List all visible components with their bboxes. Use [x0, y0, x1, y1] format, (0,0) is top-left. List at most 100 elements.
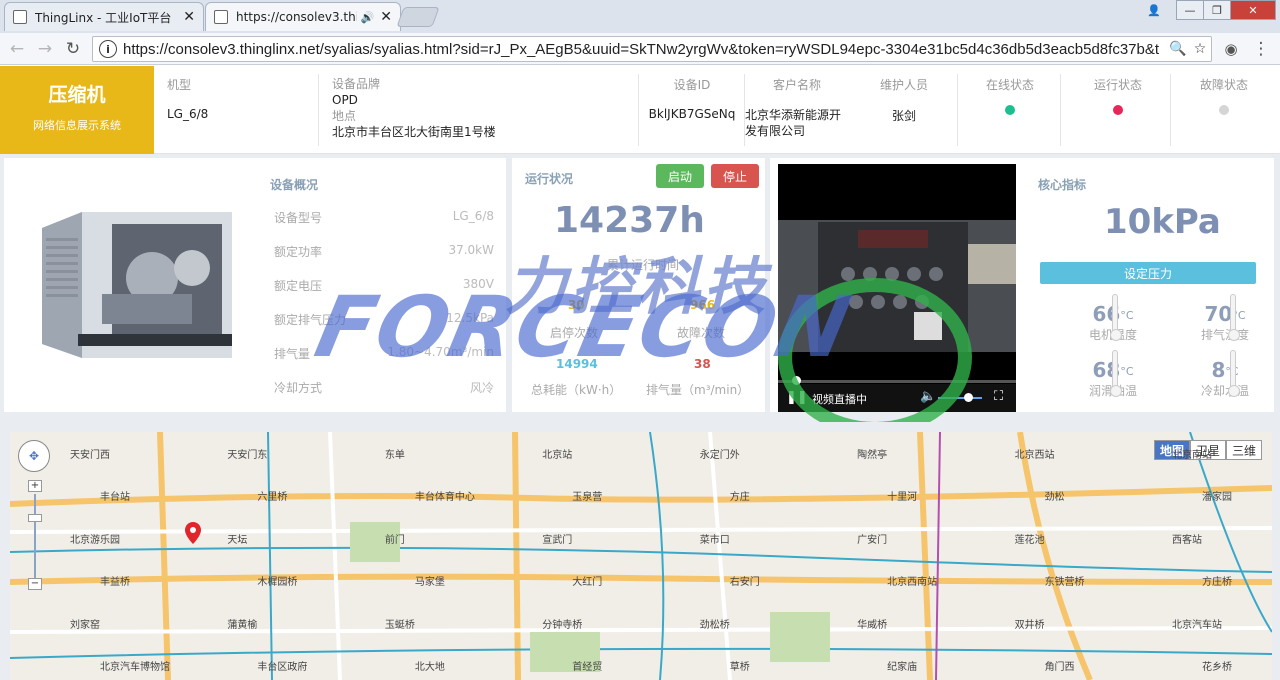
map-type-3d[interactable]: 三维 — [1226, 440, 1262, 460]
map-place-label: 纪家庙 — [887, 662, 918, 673]
map-place-label: 分钟寺桥 — [542, 619, 583, 631]
set-pressure-button[interactable]: 设定压力 — [1040, 262, 1256, 284]
video-seek-bar[interactable] — [778, 380, 1016, 383]
location-pin-icon[interactable] — [185, 522, 201, 544]
info-icon[interactable]: i — [99, 40, 117, 58]
forward-button[interactable]: → — [34, 38, 56, 60]
device-header: 压缩机 网络信息展示系统 机型 LG_6/8 设备品牌 OPD 地点 北京市丰台… — [0, 66, 1280, 154]
energy-label: 总耗能（kW·h） — [531, 383, 622, 397]
close-tab-icon[interactable]: ✕ — [183, 9, 195, 25]
spec-label: 排气量 — [274, 347, 311, 361]
map-place-label: 十里河 — [887, 492, 918, 504]
map-place-label: 双井桥 — [1014, 619, 1045, 631]
map-place-label: 天安门东 — [227, 450, 268, 461]
divider — [318, 74, 319, 146]
zoom-out-button[interactable]: − — [28, 578, 42, 590]
start-button[interactable]: 启动 — [656, 164, 704, 188]
spec-value: 1.80~4.70m³/min — [387, 345, 494, 359]
new-tab-button[interactable] — [396, 7, 440, 27]
menu-icon[interactable]: ⋮ — [1250, 38, 1272, 60]
speaker-icon[interactable]: 🔊 — [361, 11, 375, 24]
divider — [1170, 74, 1171, 146]
exhaust-temp-metric: 70°C 排气温度 — [1170, 302, 1280, 343]
map-place-label: 刘家窑 — [70, 619, 100, 631]
map-place-label: 劲松桥 — [699, 619, 730, 631]
fullscreen-icon[interactable]: ⛶ — [994, 389, 1003, 404]
start-count-value: 30 — [568, 298, 585, 312]
map-place-label: 潘家园 — [1202, 492, 1232, 504]
fault-count-value: 966 — [690, 298, 716, 312]
location-value: 北京市丰台区北大街南里1号楼 — [332, 125, 496, 139]
map-place-label: 北京游乐园 — [70, 534, 120, 546]
map-place-label: 天安门西 — [70, 450, 110, 461]
device-id-value: BklJKB7GSeNq — [648, 107, 736, 121]
maintainer-label: 维护人员 — [879, 78, 928, 92]
spec-row: 额定电压 380V — [274, 277, 494, 294]
map-place-label: 玉蜓桥 — [384, 619, 415, 631]
video-player[interactable]: ❚❚ 视频直播中 🔈 ⛶ — [778, 164, 1016, 412]
zoom-icon[interactable]: 🔍 — [1167, 41, 1189, 57]
map-place-label: 木樨园桥 — [257, 577, 298, 589]
spec-label: 设备型号 — [274, 211, 323, 225]
zoom-slider[interactable] — [34, 494, 36, 578]
spec-row: 额定功率 37.0kW — [274, 243, 494, 260]
customer-value: 北京华添新能源开发有限公司 — [745, 108, 842, 138]
run-hours-label: 累计运行时间 — [607, 258, 680, 272]
map-place-label: 大红门 — [572, 577, 603, 589]
video-kpi-panel: ❚❚ 视频直播中 🔈 ⛶ 核心指标 10kPa 设定压力 66°C 电机温度 7… — [770, 158, 1274, 412]
pause-icon[interactable]: ❚❚ — [786, 390, 808, 405]
extension-icon[interactable]: ◉ — [1220, 38, 1242, 60]
back-button[interactable]: ← — [6, 38, 28, 60]
map-place-label: 莲花池 — [1014, 534, 1045, 546]
map-place-label: 花乡桥 — [1202, 662, 1232, 673]
metric-unit: °C — [1120, 365, 1134, 378]
flow-label: 排气量（m³/min） — [646, 383, 750, 397]
brand-location-block: 设备品牌 OPD 地点 北京市丰台区北大街南里1号楼 — [332, 76, 496, 140]
water-temp-metric: 8°C 冷却水温 — [1170, 358, 1280, 399]
tab-thinglinx[interactable]: ThingLinx - 工业IoT平台 ✕ — [4, 2, 204, 31]
reload-button[interactable]: ↻ — [62, 38, 84, 60]
spec-label: 额定排气压力 — [274, 313, 347, 327]
maximize-button[interactable]: ❐ — [1203, 0, 1231, 20]
map-place-label: 永定门外 — [699, 450, 740, 461]
browser-tab-bar: ThingLinx - 工业IoT平台 ✕ https://consolev3.… — [0, 0, 1280, 33]
spec-row: 冷却方式 风冷 — [274, 379, 494, 396]
brand-title: 压缩机 — [48, 84, 106, 106]
tab-console[interactable]: https://consolev3.thinglinx.net/syalias/… — [205, 2, 401, 31]
run-hours-value: 14237h — [554, 200, 705, 241]
metric-label: 冷却水温 — [1200, 384, 1249, 398]
spec-value: LG_6/8 — [452, 209, 494, 223]
zoom-slider-handle[interactable] — [28, 514, 42, 522]
close-tab-icon[interactable]: ✕ — [380, 9, 392, 25]
user-icon[interactable]: 👤 — [1142, 0, 1166, 20]
volume-slider[interactable] — [938, 397, 982, 399]
thermometer-icon — [1110, 294, 1122, 341]
flow-value: 38 — [694, 357, 711, 371]
map-place-label: 丰台体育中心 — [414, 492, 475, 504]
url-text[interactable]: https://consolev3.thinglinx.net/syalias/… — [123, 41, 1167, 58]
volume-icon[interactable]: 🔈 — [920, 389, 936, 404]
device-id-label: 设备ID — [673, 78, 711, 92]
device-id-block: 设备ID BklJKB7GSeNq — [646, 76, 738, 121]
compressor-image — [42, 212, 232, 358]
bookmark-star-icon[interactable]: ☆ — [1189, 41, 1211, 57]
map-canvas[interactable]: ✥ + − 地图 卫星 三维 天安门西 天安门东 东单 北京站 永定门外 陶然亭 北京西站北… — [10, 432, 1272, 680]
close-window-button[interactable]: ✕ — [1230, 0, 1276, 20]
spec-value: 风冷 — [469, 381, 494, 395]
minimize-button[interactable]: — — [1176, 0, 1204, 20]
map-place-label: 广安门 — [857, 534, 888, 546]
fault-status-indicator — [1219, 105, 1229, 115]
location-label: 地点 — [332, 109, 357, 123]
stop-button[interactable]: 停止 — [711, 164, 759, 188]
map-pan-control[interactable]: ✥ — [18, 440, 50, 472]
video-seek-handle[interactable] — [792, 376, 801, 385]
fault-count-label: 故障次数 — [677, 326, 726, 340]
brand-block: 压缩机 网络信息展示系统 — [0, 66, 154, 154]
thermometer-icon — [1110, 350, 1122, 397]
map-place-label: 华威桥 — [857, 619, 888, 631]
address-bar[interactable]: i https://consolev3.thinglinx.net/syalia… — [92, 36, 1212, 62]
video-status-label: 视频直播中 — [812, 393, 867, 406]
spec-row: 排气量 1.80~4.70m³/min — [274, 345, 494, 362]
volume-handle[interactable] — [964, 393, 973, 402]
zoom-in-button[interactable]: + — [28, 480, 42, 492]
